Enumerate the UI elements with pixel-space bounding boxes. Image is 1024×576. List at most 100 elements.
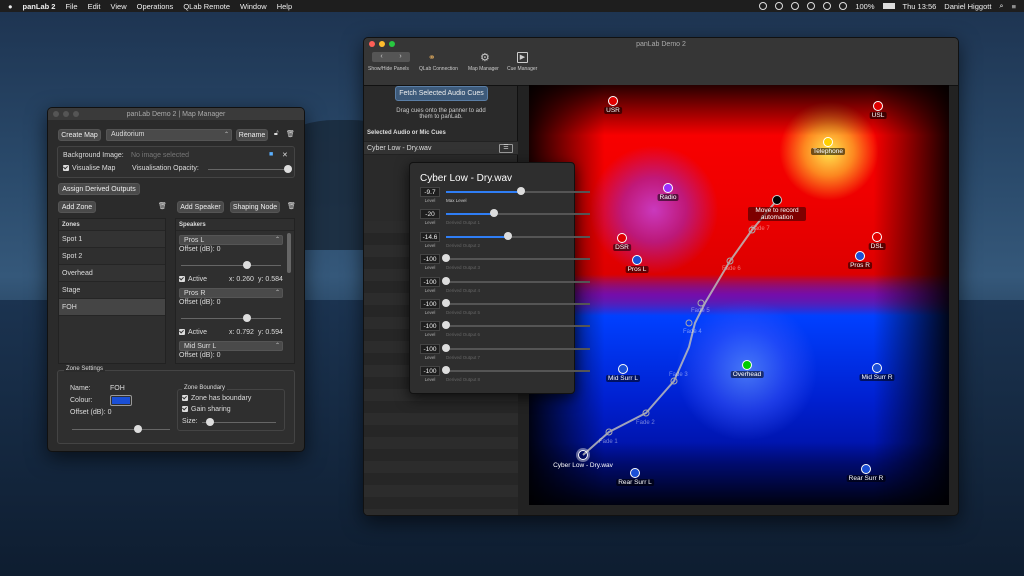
qlab-connection-icon[interactable]: ⚭ <box>428 52 436 63</box>
level-slider-knob[interactable] <box>442 299 450 307</box>
level-slider[interactable] <box>442 366 590 375</box>
apple-icon[interactable]: ● <box>8 2 13 11</box>
gain-sharing-checkbox[interactable]: Gain sharing <box>182 406 231 413</box>
assign-derived-outputs-button[interactable]: Assign Derived Outputs <box>58 183 140 195</box>
zone-spot-1[interactable]: Spot 1 <box>59 231 165 248</box>
speaker-pros-l[interactable] <box>632 255 642 265</box>
show-hide-panels-button[interactable]: Show/Hide Panels <box>368 66 409 72</box>
level-slider[interactable] <box>446 187 590 195</box>
speaker-pros-r[interactable] <box>855 251 865 261</box>
menu-edit[interactable]: Edit <box>88 2 101 11</box>
level-value-field[interactable]: -100 <box>420 254 440 265</box>
speaker-offset-slider-pros-r[interactable] <box>181 314 281 322</box>
menu-help[interactable]: Help <box>277 2 292 11</box>
zone-stage[interactable]: Stage <box>59 282 165 299</box>
chevron-left-icon[interactable]: ‹ <box>380 52 382 62</box>
speaker-mid-surr-r[interactable] <box>872 363 882 373</box>
map-manager-button[interactable]: Map Manager <box>468 66 499 72</box>
level-value-field[interactable]: -100 <box>420 321 440 332</box>
speaker-offset-knob-pros-l[interactable] <box>243 261 251 269</box>
level-value-field[interactable]: -20 <box>420 209 440 220</box>
clear-icon[interactable]: ✕ <box>282 151 288 159</box>
level-slider-knob[interactable] <box>442 366 450 375</box>
automation-record-node[interactable] <box>772 195 782 205</box>
colour-well[interactable] <box>110 395 132 406</box>
speaker-usr[interactable] <box>608 96 618 106</box>
chevron-right-icon[interactable]: › <box>399 52 401 62</box>
speaker-dsl[interactable] <box>872 232 882 242</box>
bluetooth-icon[interactable] <box>823 2 832 10</box>
menu-app-name[interactable]: panLab 2 <box>23 2 56 11</box>
zoom-button[interactable] <box>73 111 79 117</box>
folder-icon[interactable]: ■ <box>269 151 273 158</box>
source-node[interactable] <box>578 450 588 460</box>
level-slider[interactable] <box>442 276 590 285</box>
level-value-field[interactable]: -100 <box>420 299 440 309</box>
speaker-select-pros-r[interactable]: Pros R <box>179 288 283 298</box>
menu-view[interactable]: View <box>111 2 127 11</box>
map-select[interactable]: Auditorium <box>106 129 232 141</box>
zone-offset-slider[interactable] <box>72 425 170 433</box>
speaker-offset-slider-pros-l[interactable] <box>181 261 281 269</box>
control-center-icon[interactable]: ≡ <box>1012 2 1016 11</box>
visualise-map-checkbox[interactable]: Visualise Map <box>63 165 115 172</box>
fade-4-point[interactable] <box>685 319 693 327</box>
level-value-field[interactable]: -9.7 <box>420 187 440 197</box>
shaping-node-button[interactable]: Shaping Node <box>230 201 280 213</box>
rename-button[interactable]: Rename <box>236 129 268 141</box>
main-titlebar[interactable]: panLab Demo 2 <box>364 38 958 50</box>
gear-icon[interactable]: ⚙ <box>480 51 490 64</box>
add-speaker-button[interactable]: Add Speaker <box>177 201 224 213</box>
speaker-telephone[interactable] <box>823 137 833 147</box>
speaker-active-pros-r[interactable]: Active <box>179 329 207 336</box>
zone-overhead[interactable]: Overhead <box>59 265 165 282</box>
zone-has-boundary-checkbox[interactable]: Zone has boundary <box>182 395 251 402</box>
menu-operations[interactable]: Operations <box>137 2 174 11</box>
level-slider[interactable] <box>442 254 590 263</box>
level-value-field[interactable]: -100 <box>420 343 440 354</box>
speaker-dsr[interactable] <box>617 233 627 243</box>
fade-5-point[interactable] <box>697 299 705 307</box>
level-value-field[interactable]: -100 <box>420 276 440 287</box>
opacity-slider[interactable] <box>208 165 292 173</box>
lock-icon[interactable]: 🔓︎ <box>274 130 279 138</box>
zone-spot-2[interactable]: Spot 2 <box>59 248 165 265</box>
level-slider[interactable] <box>446 209 590 218</box>
opacity-slider-knob[interactable] <box>284 165 292 173</box>
menu-file[interactable]: File <box>65 2 77 11</box>
level-slider-knob[interactable] <box>442 321 450 330</box>
panner-map[interactable]: Fade 1 Fade 2 Fade 3 Fade 4 Fade 5 Fade … <box>529 85 949 505</box>
level-slider-knob[interactable] <box>516 187 525 195</box>
battery-percent[interactable]: 100% <box>855 2 874 11</box>
level-slider-knob[interactable] <box>489 209 498 218</box>
level-slider-knob[interactable] <box>442 343 450 352</box>
speaker-usl[interactable] <box>873 101 883 111</box>
fetch-audio-cues-button[interactable]: Fetch Selected Audio Cues <box>395 86 488 101</box>
level-slider[interactable] <box>446 231 590 240</box>
level-slider-knob[interactable] <box>442 254 450 263</box>
level-slider[interactable] <box>442 343 590 352</box>
cue-manager-button[interactable]: Cue Manager <box>507 66 537 72</box>
sliders-icon[interactable]: ☰ <box>499 144 513 153</box>
speaker-mid-surr-l[interactable] <box>618 364 628 374</box>
speaker-active-pros-l[interactable]: Active <box>179 276 207 283</box>
main-close-button[interactable] <box>369 41 375 47</box>
speaker-rear-surr-r[interactable] <box>861 464 871 474</box>
play-icon[interactable]: ▶ <box>517 52 528 63</box>
zone-offset-knob[interactable] <box>134 425 142 433</box>
level-slider[interactable] <box>442 321 590 330</box>
level-value-field[interactable]: -100 <box>420 366 440 377</box>
level-slider-knob[interactable] <box>503 231 512 240</box>
wifi-icon[interactable] <box>839 2 848 10</box>
add-zone-button[interactable]: Add Zone <box>58 201 96 213</box>
map-manager-titlebar[interactable]: panLab Demo 2 | Map Manager <box>48 108 304 120</box>
speaker-select-mid-surr-l[interactable]: Mid Surr L <box>179 341 283 351</box>
level-value-field[interactable]: -14.6 <box>420 231 440 242</box>
level-slider[interactable] <box>442 299 590 307</box>
cloud-icon[interactable] <box>807 2 816 10</box>
globe-icon[interactable] <box>759 2 768 10</box>
cue-row[interactable]: Cyber Low - Dry.wav ☰ <box>364 141 518 155</box>
menu-qlab-remote[interactable]: QLab Remote <box>183 2 230 11</box>
menu-window[interactable]: Window <box>240 2 267 11</box>
speaker-trash-icon[interactable]: 🗑︎ <box>287 202 296 210</box>
